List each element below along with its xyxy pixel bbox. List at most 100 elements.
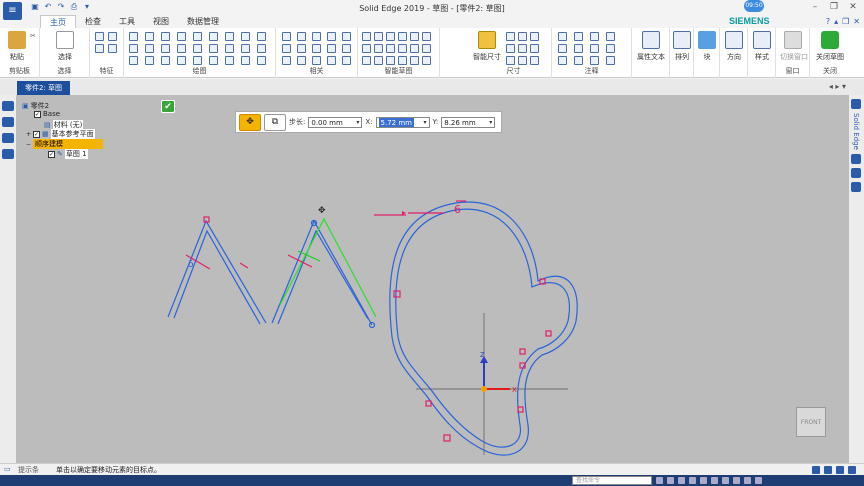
status-icon[interactable] (812, 466, 820, 474)
step-input[interactable]: 0.00 mm ▾ (308, 116, 363, 128)
symmetric-icon[interactable] (342, 32, 351, 41)
snap-icon[interactable] (410, 32, 419, 41)
arc-icon[interactable] (145, 32, 154, 41)
text-icon[interactable] (161, 56, 170, 65)
tool-icon[interactable] (257, 56, 266, 65)
annotation-icon[interactable] (558, 56, 567, 65)
smart-dimension-button[interactable]: 智能尺寸 (470, 31, 504, 62)
base-checkbox[interactable]: ✓ (34, 110, 41, 118)
snap-icon[interactable] (374, 32, 383, 41)
paste-button[interactable]: 粘贴 (4, 31, 30, 62)
snap-icon[interactable] (422, 56, 431, 65)
annotation-icon[interactable] (606, 56, 615, 65)
snap-icon[interactable] (398, 56, 407, 65)
dim-tool-icon[interactable] (506, 44, 515, 53)
annotation-icon[interactable] (590, 56, 599, 65)
help-circle-icon[interactable] (851, 99, 861, 109)
snap-icon[interactable] (374, 44, 383, 53)
snap-icon[interactable] (386, 56, 395, 65)
rectangle-icon[interactable] (129, 44, 138, 53)
offset-icon[interactable] (241, 32, 250, 41)
horizontal-icon[interactable] (282, 44, 291, 53)
feature-tool-icon[interactable] (95, 32, 104, 41)
x-input[interactable]: 5.72 mm ▾ (375, 116, 430, 128)
block-button[interactable]: 块 (694, 31, 720, 62)
array-icon[interactable] (193, 56, 202, 65)
status-icon[interactable] (836, 466, 844, 474)
stretch-icon[interactable] (209, 56, 218, 65)
annotation-icon[interactable] (558, 32, 567, 41)
connect-icon[interactable] (282, 32, 291, 41)
switch-window-button[interactable]: 切换窗口 (780, 31, 808, 62)
feature-tool-icon[interactable] (108, 44, 117, 53)
dim-tool-icon[interactable] (518, 44, 527, 53)
families-icon[interactable] (2, 133, 14, 143)
snap-icon[interactable] (398, 44, 407, 53)
annotation-icon[interactable] (590, 32, 599, 41)
midpoint-icon[interactable] (282, 56, 291, 65)
collapse-icon[interactable]: − (26, 141, 31, 148)
feature-tool-icon[interactable] (108, 32, 117, 41)
rigid-icon[interactable] (297, 56, 306, 65)
rotate-icon[interactable] (209, 44, 218, 53)
view-icon[interactable] (733, 477, 740, 484)
snap-icon[interactable] (362, 44, 371, 53)
curve-icon[interactable] (177, 32, 186, 41)
equal-icon[interactable] (312, 44, 321, 53)
perpendicular-icon[interactable] (297, 44, 306, 53)
tree-item-base[interactable]: ✓ Base (34, 110, 60, 118)
panel-icon[interactable] (851, 181, 861, 192)
dim-tool-icon[interactable] (530, 44, 539, 53)
tab-home[interactable]: 主页 (40, 15, 76, 28)
close-sketch-button[interactable]: 关闭草图 (814, 31, 846, 62)
relate-icon[interactable] (312, 56, 321, 65)
library-icon[interactable] (2, 149, 14, 159)
dim-tool-icon[interactable] (518, 56, 527, 65)
restore-icon[interactable]: ❐ (829, 2, 839, 12)
lock-icon[interactable] (327, 44, 336, 53)
command-search-input[interactable]: 查找命令 (572, 476, 652, 485)
youtube-icon[interactable] (851, 153, 861, 164)
tab-inspect[interactable]: 检查 (76, 15, 110, 28)
concentric-icon[interactable] (297, 32, 306, 41)
view-cube[interactable]: FRONT (796, 407, 826, 437)
xy-icon[interactable] (225, 56, 234, 65)
circle-icon[interactable] (161, 32, 170, 41)
tab-tools[interactable]: 工具 (110, 15, 144, 28)
collinear-icon[interactable] (342, 44, 351, 53)
dimension-value[interactable]: 6 (454, 203, 461, 216)
dropdown-icon[interactable]: ▾ (424, 118, 427, 128)
property-text-button[interactable]: 属性文本 (636, 31, 666, 62)
snap-icon[interactable] (374, 56, 383, 65)
fillet-icon[interactable] (225, 32, 234, 41)
layers-icon[interactable] (2, 117, 14, 127)
status-icon[interactable] (848, 466, 856, 474)
dropdown-icon[interactable]: ▾ (489, 118, 492, 128)
y-input[interactable]: 8.26 mm ▾ (441, 116, 496, 128)
annotation-icon[interactable] (574, 32, 583, 41)
split-icon[interactable] (241, 44, 250, 53)
ellipse-icon[interactable] (161, 44, 170, 53)
rotate-view-icon[interactable] (689, 477, 696, 484)
line-icon[interactable] (129, 32, 138, 41)
relate-icon[interactable] (342, 56, 351, 65)
point-icon[interactable] (177, 44, 186, 53)
accept-button[interactable]: ✔ (161, 100, 175, 113)
close-icon[interactable]: ✕ (848, 2, 858, 12)
construction-icon[interactable] (177, 56, 186, 65)
view-icon[interactable] (722, 477, 729, 484)
sketch-canvas[interactable]: ö ✥ 6 Z X ▣ 零件2 ✓ Base ▤ 材料 (无) + ✓ ▦ 基本… (16, 95, 849, 463)
annotation-icon[interactable] (558, 44, 567, 53)
snap-icon[interactable] (386, 44, 395, 53)
snap-icon[interactable] (422, 44, 431, 53)
cut-icon[interactable]: ✂ (30, 32, 36, 40)
move-button[interactable]: ✥ (239, 113, 261, 131)
snap-icon[interactable] (398, 32, 407, 41)
select-button[interactable]: 选择 (52, 31, 78, 62)
trim-icon[interactable] (193, 32, 202, 41)
snap-icon[interactable] (386, 32, 395, 41)
snap-icon[interactable] (410, 56, 419, 65)
style-button[interactable]: 样式 (749, 31, 775, 62)
slot-icon[interactable] (129, 56, 138, 65)
pan-icon[interactable] (678, 477, 685, 484)
